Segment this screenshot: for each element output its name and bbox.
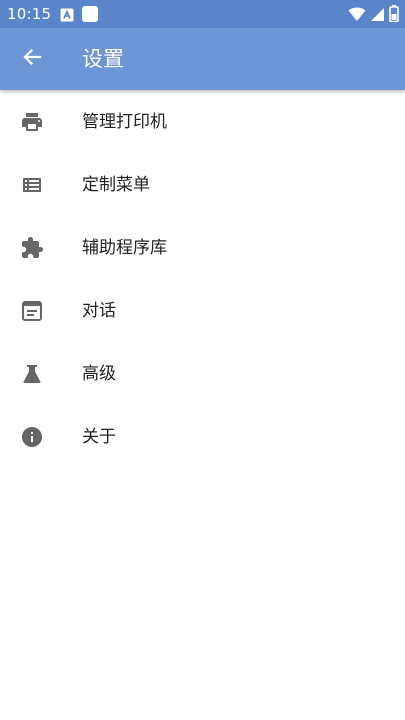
settings-item-customize-menu[interactable]: 定制菜单 xyxy=(0,153,405,216)
status-system-icons xyxy=(348,5,399,26)
puzzle-icon xyxy=(19,235,45,261)
menu-label: 管理打印机 xyxy=(82,111,167,132)
dialog-icon xyxy=(19,298,45,324)
battery-icon xyxy=(389,5,399,26)
app-bar: 设置 xyxy=(0,28,405,90)
info-icon xyxy=(19,424,45,450)
list-icon xyxy=(19,172,45,198)
signal-icon xyxy=(370,6,385,26)
arrow-back-icon xyxy=(22,47,42,71)
settings-item-helper-library[interactable]: 辅助程序库 xyxy=(0,216,405,279)
menu-label: 高级 xyxy=(82,363,116,384)
menu-label: 对话 xyxy=(82,300,116,321)
status-bar: 10:15 xyxy=(0,0,405,28)
settings-list: 管理打印机 定制菜单 辅助程序库 对话 高级 关于 xyxy=(0,90,405,468)
settings-item-advanced[interactable]: 高级 xyxy=(0,342,405,405)
page-title: 设置 xyxy=(82,47,124,71)
menu-label: 关于 xyxy=(82,426,116,447)
settings-item-about[interactable]: 关于 xyxy=(0,405,405,468)
notification-square-icon xyxy=(82,6,98,26)
settings-item-manage-printers[interactable]: 管理打印机 xyxy=(0,90,405,153)
menu-label: 定制菜单 xyxy=(82,174,150,195)
status-notification-icons xyxy=(60,6,98,26)
wifi-icon xyxy=(348,6,366,26)
printer-icon xyxy=(19,109,45,135)
settings-item-dialog[interactable]: 对话 xyxy=(0,279,405,342)
flask-icon xyxy=(19,361,45,387)
menu-label: 辅助程序库 xyxy=(82,237,167,258)
notification-a-icon xyxy=(60,7,74,26)
status-time: 10:15 xyxy=(7,5,52,23)
back-button[interactable] xyxy=(16,43,48,75)
